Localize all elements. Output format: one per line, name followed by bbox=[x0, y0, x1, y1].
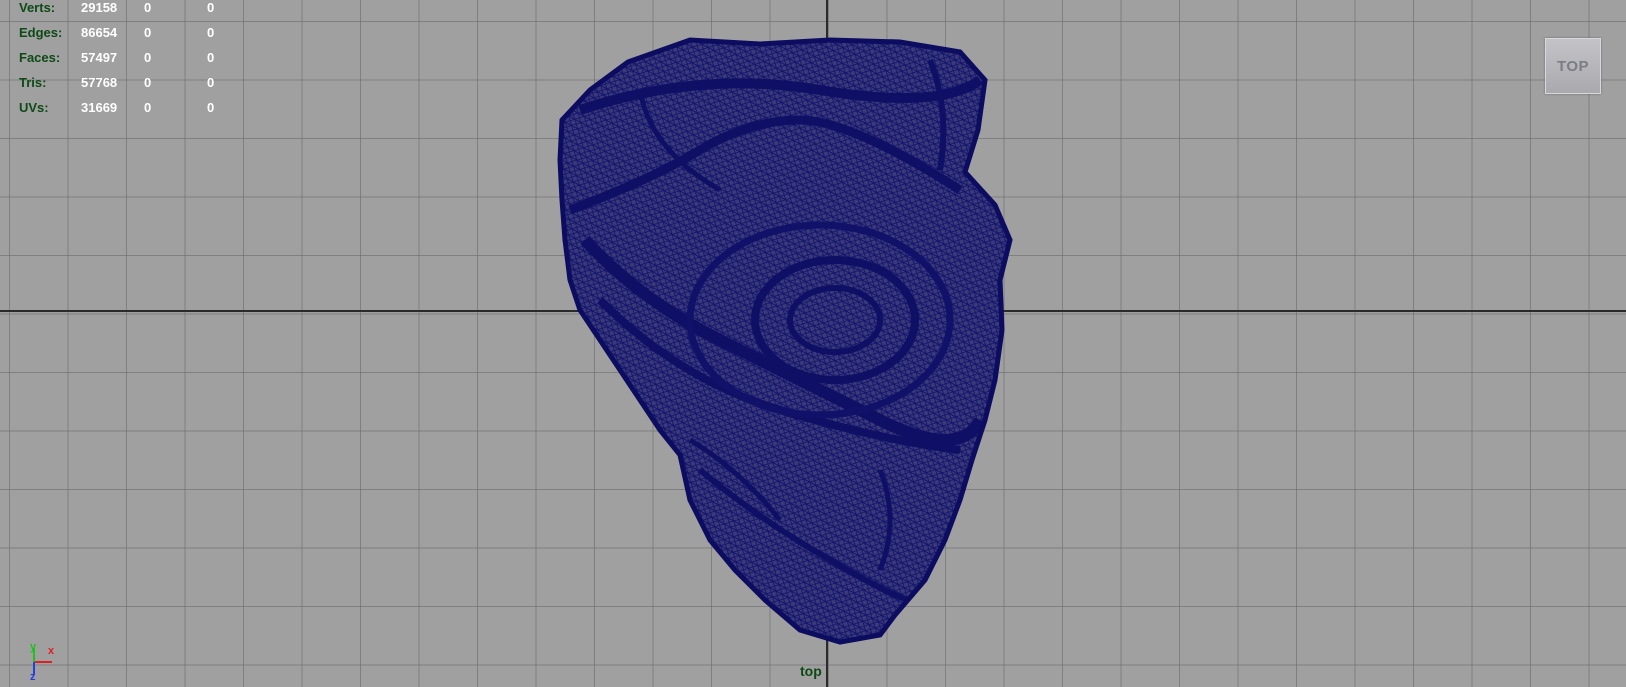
hud-value: 86654 bbox=[81, 25, 118, 40]
hud-value: 0 bbox=[207, 75, 215, 90]
hud-value: 0 bbox=[207, 100, 215, 115]
hud-label: Faces: bbox=[19, 50, 61, 65]
hud-label: UVs: bbox=[19, 100, 49, 115]
hud-label: Edges: bbox=[19, 25, 63, 40]
hud-value: 0 bbox=[144, 100, 152, 115]
hud-value: 0 bbox=[144, 25, 152, 40]
hud-value: 0 bbox=[144, 75, 152, 90]
z-axis-label: z bbox=[30, 671, 36, 680]
hud-label: Tris: bbox=[19, 75, 47, 90]
hud-value: 57497 bbox=[81, 50, 118, 65]
view-cube-top[interactable]: TOP bbox=[1545, 38, 1601, 94]
hud-value: 0 bbox=[207, 0, 215, 15]
hud-value: 29158 bbox=[81, 0, 118, 15]
camera-name-label: top bbox=[800, 663, 822, 679]
wireframe-mesh[interactable] bbox=[0, 0, 1626, 687]
hud-value: 0 bbox=[207, 25, 215, 40]
y-axis-label: y bbox=[30, 641, 37, 653]
hud-value: 57768 bbox=[81, 75, 118, 90]
hud-label: Verts: bbox=[19, 0, 56, 15]
hud-value: 0 bbox=[144, 50, 152, 65]
axis-orientation-icon: x y z bbox=[30, 641, 55, 680]
3d-viewport[interactable]: Verts: 29158 0 0 Edges: 86654 0 0 Faces:… bbox=[0, 0, 1626, 687]
x-axis-label: x bbox=[48, 645, 55, 657]
hud-value: 0 bbox=[144, 0, 152, 15]
hud-value: 31669 bbox=[81, 100, 118, 115]
hud-value: 0 bbox=[207, 50, 215, 65]
